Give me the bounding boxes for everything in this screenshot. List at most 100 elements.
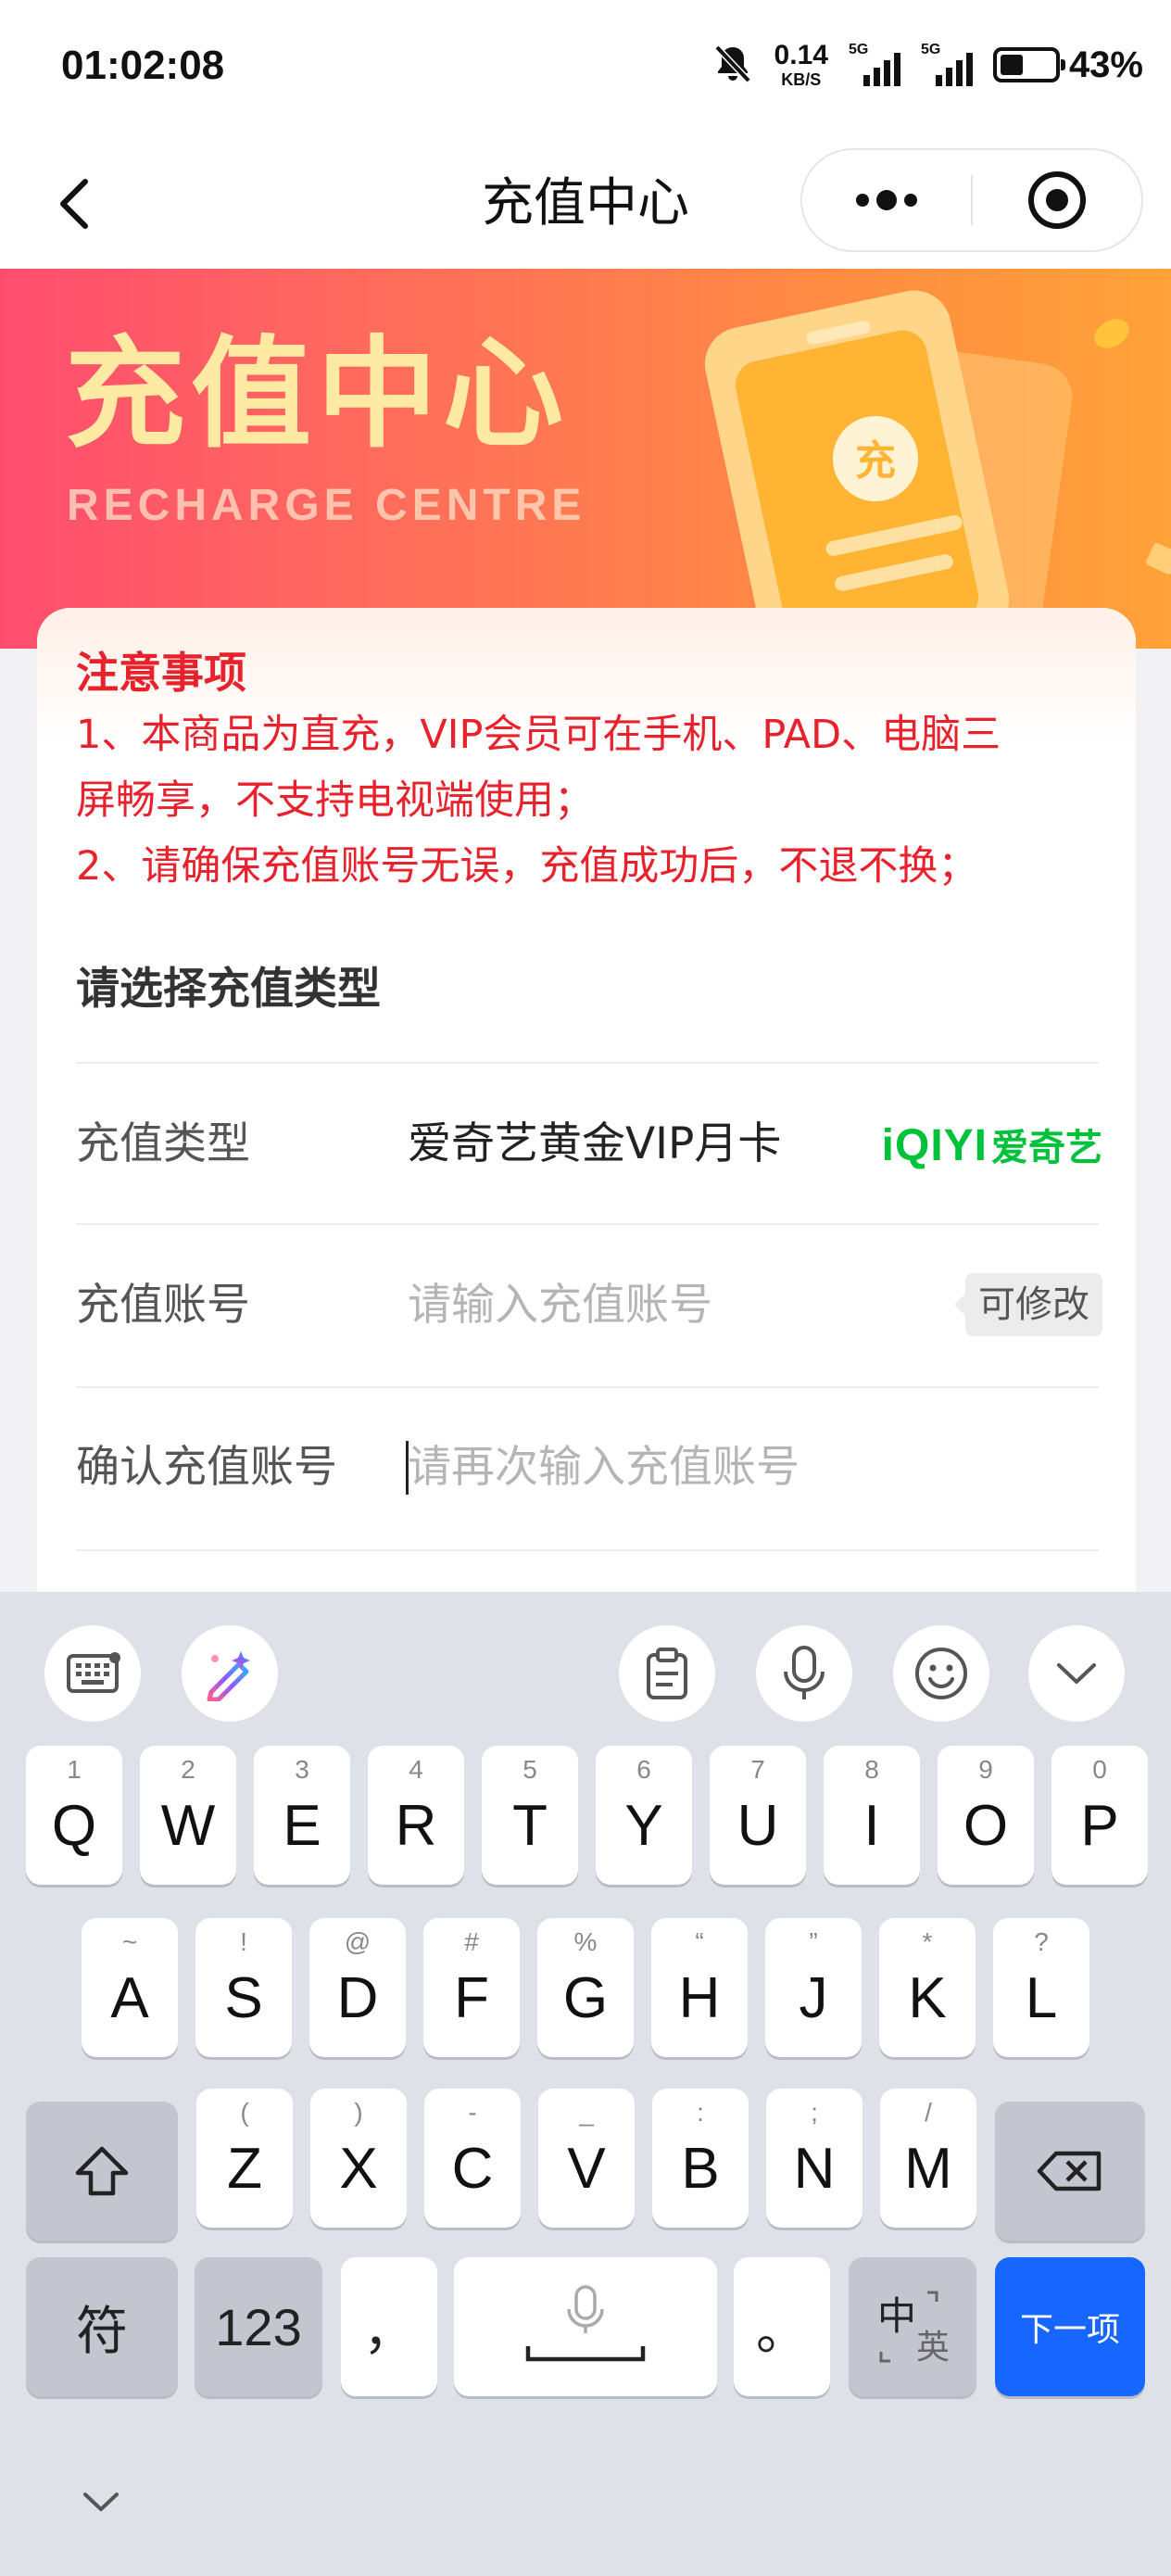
key-hint: 7	[750, 1755, 765, 1784]
mute-bell-icon	[711, 42, 754, 88]
key-char: A	[110, 1965, 149, 2030]
divider	[76, 1062, 1099, 1064]
shift-arrow-icon	[75, 2146, 129, 2196]
key-j[interactable]: ” J	[765, 1918, 862, 2057]
key-f[interactable]: # F	[423, 1918, 520, 2057]
key-hint: 3	[295, 1755, 309, 1784]
numbers-key[interactable]: 123	[195, 2257, 322, 2396]
confirm-account-input[interactable]: 请再次输入充值账号	[408, 1435, 800, 1500]
status-time: 01:02:08	[61, 43, 225, 88]
key-char: X	[339, 2136, 378, 2201]
symbols-key[interactable]: 符	[26, 2257, 178, 2396]
key-y[interactable]: 6Y	[596, 1746, 692, 1885]
magic-pen-icon	[207, 1651, 250, 1701]
signal-sim2-icon: 5G	[921, 42, 973, 88]
key-char: T	[512, 1793, 548, 1858]
notice-block: 注意事项 1、本商品为直充，VIP会员可在手机、PAD、电脑三 屏畅享，不支持电…	[76, 643, 1099, 900]
key-char: L	[1025, 1965, 1058, 2030]
key-e[interactable]: 3E	[254, 1746, 350, 1885]
key-hint: 5	[523, 1755, 537, 1784]
key-char: F	[454, 1965, 489, 2030]
key-r[interactable]: 4R	[368, 1746, 464, 1885]
recharge-type-value[interactable]: 爱奇艺黄金VIP月卡	[408, 1112, 781, 1177]
key-hint: )	[354, 2098, 363, 2127]
key-p[interactable]: 0P	[1051, 1746, 1148, 1885]
key-char: J	[799, 1965, 828, 2030]
key-hint: (	[240, 2098, 249, 2127]
divider	[76, 1223, 1099, 1225]
keyboard-switch-button[interactable]	[44, 1625, 141, 1722]
key-g[interactable]: % G	[537, 1918, 634, 2057]
more-button[interactable]	[802, 150, 971, 250]
clipboard-button[interactable]	[619, 1625, 715, 1722]
key-l[interactable]: ? L	[993, 1918, 1089, 2057]
key-u[interactable]: 7U	[710, 1746, 806, 1885]
key-hint: 6	[636, 1755, 651, 1784]
key-char: I	[863, 1793, 880, 1858]
key-i[interactable]: 8I	[824, 1746, 920, 1885]
key-hint: 4	[409, 1755, 423, 1784]
notice-line-2: 屏畅享，不支持电视端使用；	[76, 777, 594, 824]
backspace-key[interactable]	[995, 2102, 1145, 2241]
key-a[interactable]: ~ A	[82, 1918, 178, 2057]
key-hint: _	[579, 2098, 594, 2127]
voice-input-button[interactable]	[756, 1625, 852, 1722]
battery-percent: 43%	[1068, 44, 1143, 85]
close-program-button[interactable]	[973, 150, 1141, 250]
key-o[interactable]: 9O	[938, 1746, 1034, 1885]
soft-keyboard: 1Q2W3E4R5T6Y7U8I9O0P ~ A! S @ D # F% G “H” J * K? L …	[0, 1592, 1171, 2576]
comma-key[interactable]: ，	[341, 2257, 437, 2396]
status-icons: 0.14 KB/S 5G 5G 43%	[711, 37, 1143, 93]
net-speed: 0.14 KB/S	[774, 40, 828, 89]
key-hint: “	[695, 1927, 704, 1956]
confirm-account-label: 确认充值账号	[76, 1442, 337, 1493]
key-hint: /	[925, 2098, 932, 2127]
net-speed-value: 0.14	[774, 40, 828, 70]
ai-magic-button[interactable]	[182, 1625, 278, 1722]
key-v[interactable]: _ V	[538, 2089, 635, 2228]
key-q[interactable]: 1Q	[26, 1746, 122, 1885]
key-x[interactable]: ) X	[310, 2089, 407, 2228]
key-hint: ;	[811, 2098, 818, 2127]
key-char: Y	[624, 1793, 663, 1858]
key-hint: #	[464, 1927, 479, 1956]
recharge-type-label: 充值类型	[76, 1118, 250, 1169]
key-b[interactable]: :B	[652, 2089, 749, 2228]
key-n[interactable]: ; N	[766, 2089, 863, 2228]
key-z[interactable]: (Z	[196, 2089, 293, 2228]
status-bar: 01:02:08 0.14 KB/S 5G 5G 43%	[0, 0, 1171, 139]
emoji-button[interactable]	[893, 1625, 989, 1722]
language-toggle-icon	[879, 2291, 938, 2363]
key-m[interactable]: / M	[880, 2089, 976, 2228]
key-hint: ?	[1034, 1927, 1049, 1956]
account-input[interactable]: 请输入充值账号	[408, 1273, 712, 1338]
next-field-key[interactable]: 下一项	[995, 2257, 1145, 2396]
key-hint: 8	[864, 1755, 879, 1784]
key-char: C	[451, 2136, 494, 2201]
net-speed-unit: KB/S	[781, 70, 822, 89]
key-k[interactable]: * K	[879, 1918, 976, 2057]
key-w[interactable]: 2W	[140, 1746, 236, 1885]
key-hint: 9	[978, 1755, 993, 1784]
key-hint: !	[240, 1927, 247, 1956]
collapse-keyboard-button[interactable]	[80, 2489, 122, 2520]
key-hint: *	[922, 1927, 933, 1956]
recharge-card: 注意事项 1、本商品为直充，VIP会员可在手机、PAD、电脑三 屏畅享，不支持电…	[37, 608, 1136, 1627]
backspace-icon	[1037, 2151, 1102, 2191]
key-char: E	[283, 1793, 321, 1858]
hide-keyboard-button[interactable]	[1028, 1625, 1125, 1722]
key-h[interactable]: “H	[651, 1918, 748, 2057]
target-close-icon	[1028, 171, 1086, 229]
key-d[interactable]: @ D	[309, 1918, 406, 2057]
key-s[interactable]: ! S	[195, 1918, 292, 2057]
key-hint: :	[697, 2098, 704, 2127]
shift-key[interactable]	[26, 2102, 178, 2241]
key-char: G	[562, 1965, 609, 2030]
space-key[interactable]	[454, 2257, 717, 2396]
phone-illustration: 充	[704, 290, 1171, 649]
key-char: R	[395, 1793, 437, 1858]
language-switch-key[interactable]: 中 英	[849, 2257, 976, 2396]
key-c[interactable]: -C	[424, 2089, 521, 2228]
key-t[interactable]: 5T	[482, 1746, 578, 1885]
period-key[interactable]: 。	[734, 2257, 830, 2396]
